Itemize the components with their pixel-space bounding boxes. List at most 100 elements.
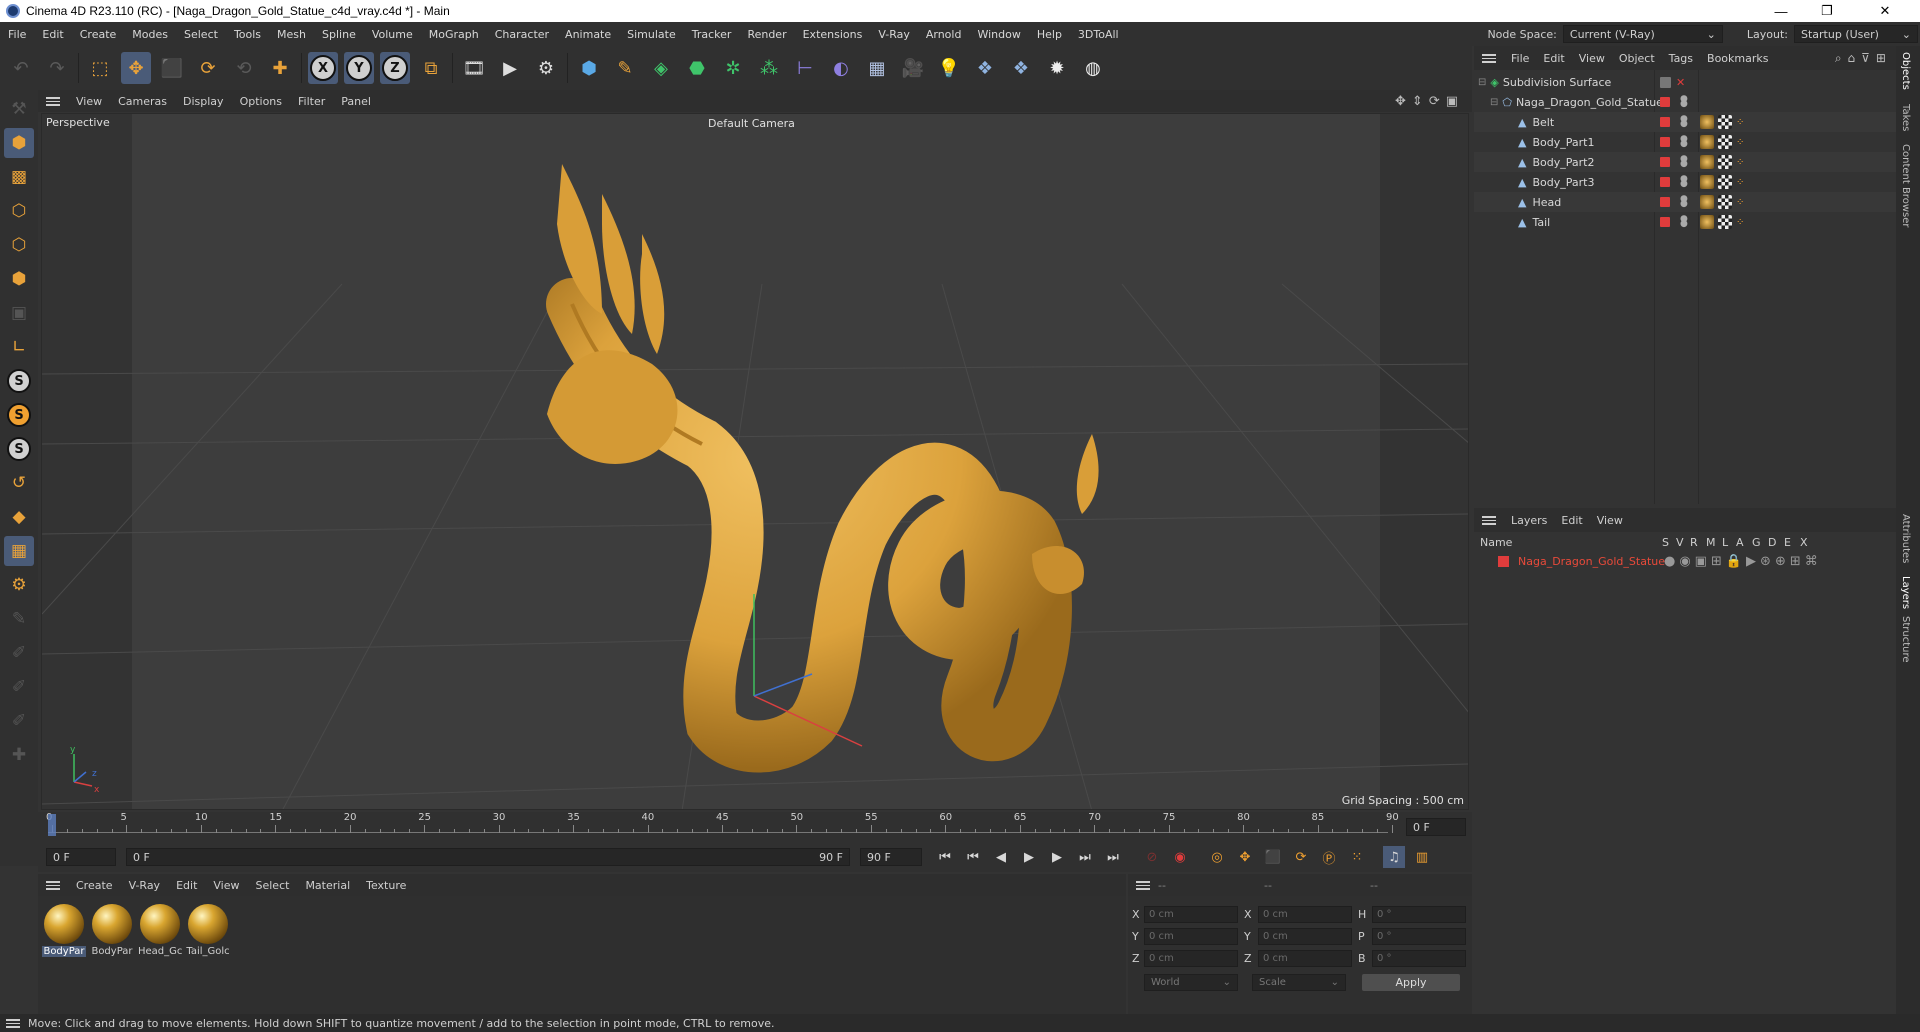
minimize-button[interactable]: — bbox=[1758, 0, 1804, 22]
visibility-dots-icon[interactable]: ● ● bbox=[1680, 155, 1688, 169]
camera-object-icon[interactable]: 🎥 bbox=[898, 52, 928, 84]
material-tag-icon[interactable] bbox=[1700, 115, 1714, 129]
tree-collapse-icon[interactable]: ⊟ bbox=[1490, 97, 1498, 108]
grid-icon[interactable]: ▦ bbox=[4, 536, 34, 566]
tree-collapse-icon[interactable]: ⊟ bbox=[1478, 77, 1486, 88]
extrude-generator-icon[interactable]: ⬣ bbox=[682, 52, 712, 84]
visibility-dots-icon[interactable]: ● ● bbox=[1680, 195, 1688, 209]
layer-color-icon[interactable] bbox=[1660, 157, 1670, 167]
visibility-dots-icon[interactable]: ● ● bbox=[1680, 215, 1688, 229]
hamburger-icon[interactable] bbox=[46, 96, 60, 106]
layer-color-icon[interactable] bbox=[1660, 137, 1670, 147]
floor-object-icon[interactable]: ▦ bbox=[862, 52, 892, 84]
vray-tag-icon[interactable]: ⁘ bbox=[1736, 197, 1744, 208]
timeline-ruler[interactable]: 051015202530354045505560657075808590 0 F bbox=[38, 812, 1472, 842]
mograph-matrix-icon[interactable]: ⁂ bbox=[754, 52, 784, 84]
record-keys-icon[interactable]: ⊘ bbox=[1141, 846, 1163, 868]
render-view-icon[interactable]: 🎞 bbox=[459, 52, 489, 84]
x-axis-lock-icon[interactable]: X bbox=[308, 52, 338, 84]
object-menu-view[interactable]: View bbox=[1572, 52, 1612, 65]
menu-volume[interactable]: Volume bbox=[364, 28, 421, 41]
cloner-icon[interactable]: ✲ bbox=[718, 52, 748, 84]
node-space-dropdown[interactable]: Current (V-Ray) ⌄ bbox=[1562, 25, 1723, 43]
axis-mode-icon[interactable]: ∟ bbox=[4, 332, 34, 362]
texture-mode-icon[interactable]: ▩ bbox=[4, 162, 34, 192]
menu-animate[interactable]: Animate bbox=[557, 28, 619, 41]
workplane-icon[interactable]: ◆ bbox=[4, 502, 34, 532]
redo-icon[interactable]: ↷ bbox=[42, 52, 72, 84]
material-swatch[interactable]: BodyPar bbox=[90, 902, 134, 962]
object-row-naga-dragon[interactable]: ⊟ ⬠ Naga_Dragon_Gold_Statue ● ● bbox=[1474, 92, 1896, 112]
apply-button[interactable]: Apply bbox=[1362, 974, 1460, 991]
vray-tag-icon[interactable]: ⁘ bbox=[1736, 117, 1744, 128]
tab-structure[interactable]: Structure bbox=[1900, 616, 1911, 663]
play-icon[interactable]: ▶ bbox=[1018, 846, 1040, 868]
light-object-icon[interactable]: 💡 bbox=[934, 52, 964, 84]
viewport-menu-panel[interactable]: Panel bbox=[333, 95, 379, 108]
polygons-mode-icon[interactable]: ⬢ bbox=[4, 264, 34, 294]
material-swatch[interactable]: Head_Gc bbox=[138, 902, 182, 962]
key-parameter-icon[interactable]: Ⓟ bbox=[1318, 846, 1340, 868]
edit-toggle-icon[interactable] bbox=[1660, 76, 1671, 88]
vray-tag-icon[interactable]: ⁘ bbox=[1736, 137, 1744, 148]
autokey-icon[interactable]: ◉ bbox=[1169, 846, 1191, 868]
material-tag-icon[interactable] bbox=[1700, 155, 1714, 169]
layer-toggle-icons[interactable]: ●◉▣⊞🔒▶⊛⊕⊞⌘ bbox=[1664, 554, 1822, 569]
subdivision-surface-icon[interactable]: ◈ bbox=[646, 52, 676, 84]
viewport-navigation-icons[interactable]: ✥⇕⟳▣ bbox=[1395, 94, 1464, 109]
material-menu-create[interactable]: Create bbox=[68, 879, 121, 892]
uvw-tag-icon[interactable] bbox=[1718, 215, 1732, 229]
layer-col-locked[interactable]: L bbox=[1722, 536, 1728, 549]
visibility-dots-icon[interactable]: ● ● bbox=[1680, 175, 1688, 189]
pos-z-field[interactable]: 0 cm bbox=[1144, 950, 1238, 967]
undo-icon[interactable]: ↶ bbox=[6, 52, 36, 84]
menu-tools[interactable]: Tools bbox=[226, 28, 269, 41]
layer-col-render[interactable]: R bbox=[1690, 536, 1698, 549]
enabled-toggle-icon[interactable]: ✕ bbox=[1676, 76, 1685, 89]
uvw-tag-icon[interactable] bbox=[1718, 115, 1732, 129]
viewport-menu-filter[interactable]: Filter bbox=[290, 95, 333, 108]
object-row-body-part1[interactable]: ▲ Body_Part1 ● ● ⁘ bbox=[1474, 132, 1896, 152]
make-editable-icon[interactable]: ⚒ bbox=[4, 94, 34, 124]
material-menu-texture[interactable]: Texture bbox=[358, 879, 414, 892]
relax-icon[interactable]: ✐ bbox=[4, 706, 34, 736]
material-tag-icon[interactable] bbox=[1700, 215, 1714, 229]
menu-3dtoall[interactable]: 3DToAll bbox=[1070, 28, 1127, 41]
tweak-mode-icon[interactable]: ↺ bbox=[4, 468, 34, 498]
go-to-start-icon[interactable]: ⏮ bbox=[934, 846, 956, 868]
paint-icon[interactable]: ✐ bbox=[4, 638, 34, 668]
viewport-menu-view[interactable]: View bbox=[68, 95, 110, 108]
snap-settings-icon[interactable]: S bbox=[4, 400, 34, 430]
layer-color-icon[interactable] bbox=[1660, 117, 1670, 127]
layer-col-expressions[interactable]: E bbox=[1784, 536, 1791, 549]
object-menu-tags[interactable]: Tags bbox=[1662, 52, 1700, 65]
object-row-body-part2[interactable]: ▲ Body_Part2 ● ● ⁘ bbox=[1474, 152, 1896, 172]
layer-menu-layers[interactable]: Layers bbox=[1504, 514, 1554, 527]
material-tag-icon[interactable] bbox=[1700, 135, 1714, 149]
viewport-menu-options[interactable]: Options bbox=[232, 95, 290, 108]
object-row-body-part3[interactable]: ▲ Body_Part3 ● ● ⁘ bbox=[1474, 172, 1896, 192]
python-script-icon[interactable]: ❖ bbox=[1006, 52, 1036, 84]
layer-color-icon[interactable] bbox=[1660, 97, 1670, 107]
dragon-model[interactable] bbox=[546, 164, 1099, 773]
layer-menu-view[interactable]: View bbox=[1590, 514, 1630, 527]
menu-edit[interactable]: Edit bbox=[34, 28, 71, 41]
layer-col-generators[interactable]: G bbox=[1752, 536, 1761, 549]
vray-tag-icon[interactable]: ⁘ bbox=[1736, 217, 1744, 228]
live-selection-icon[interactable]: ⬚ bbox=[85, 52, 115, 84]
tab-takes[interactable]: Takes bbox=[1900, 104, 1911, 131]
uv-mode-icon[interactable]: ▣ bbox=[4, 298, 34, 328]
material-menu-edit[interactable]: Edit bbox=[168, 879, 205, 892]
model-mode-icon[interactable]: ⬢ bbox=[4, 128, 34, 158]
material-menu-select[interactable]: Select bbox=[248, 879, 298, 892]
hamburger-icon[interactable] bbox=[1482, 53, 1496, 63]
move-tool-icon[interactable]: ✥ bbox=[121, 52, 151, 84]
tab-content-browser[interactable]: Content Browser bbox=[1900, 144, 1911, 227]
visibility-dots-icon[interactable]: ● ● bbox=[1680, 135, 1688, 149]
add-point-icon[interactable]: ✚ bbox=[4, 740, 34, 770]
layer-color-swatch[interactable] bbox=[1498, 555, 1509, 567]
rot-b-field[interactable]: 0 ° bbox=[1372, 950, 1466, 967]
snap-mode-icon[interactable]: S bbox=[4, 434, 34, 464]
points-mode-icon[interactable]: ⬡ bbox=[4, 196, 34, 226]
material-menu-view[interactable]: View bbox=[205, 879, 247, 892]
